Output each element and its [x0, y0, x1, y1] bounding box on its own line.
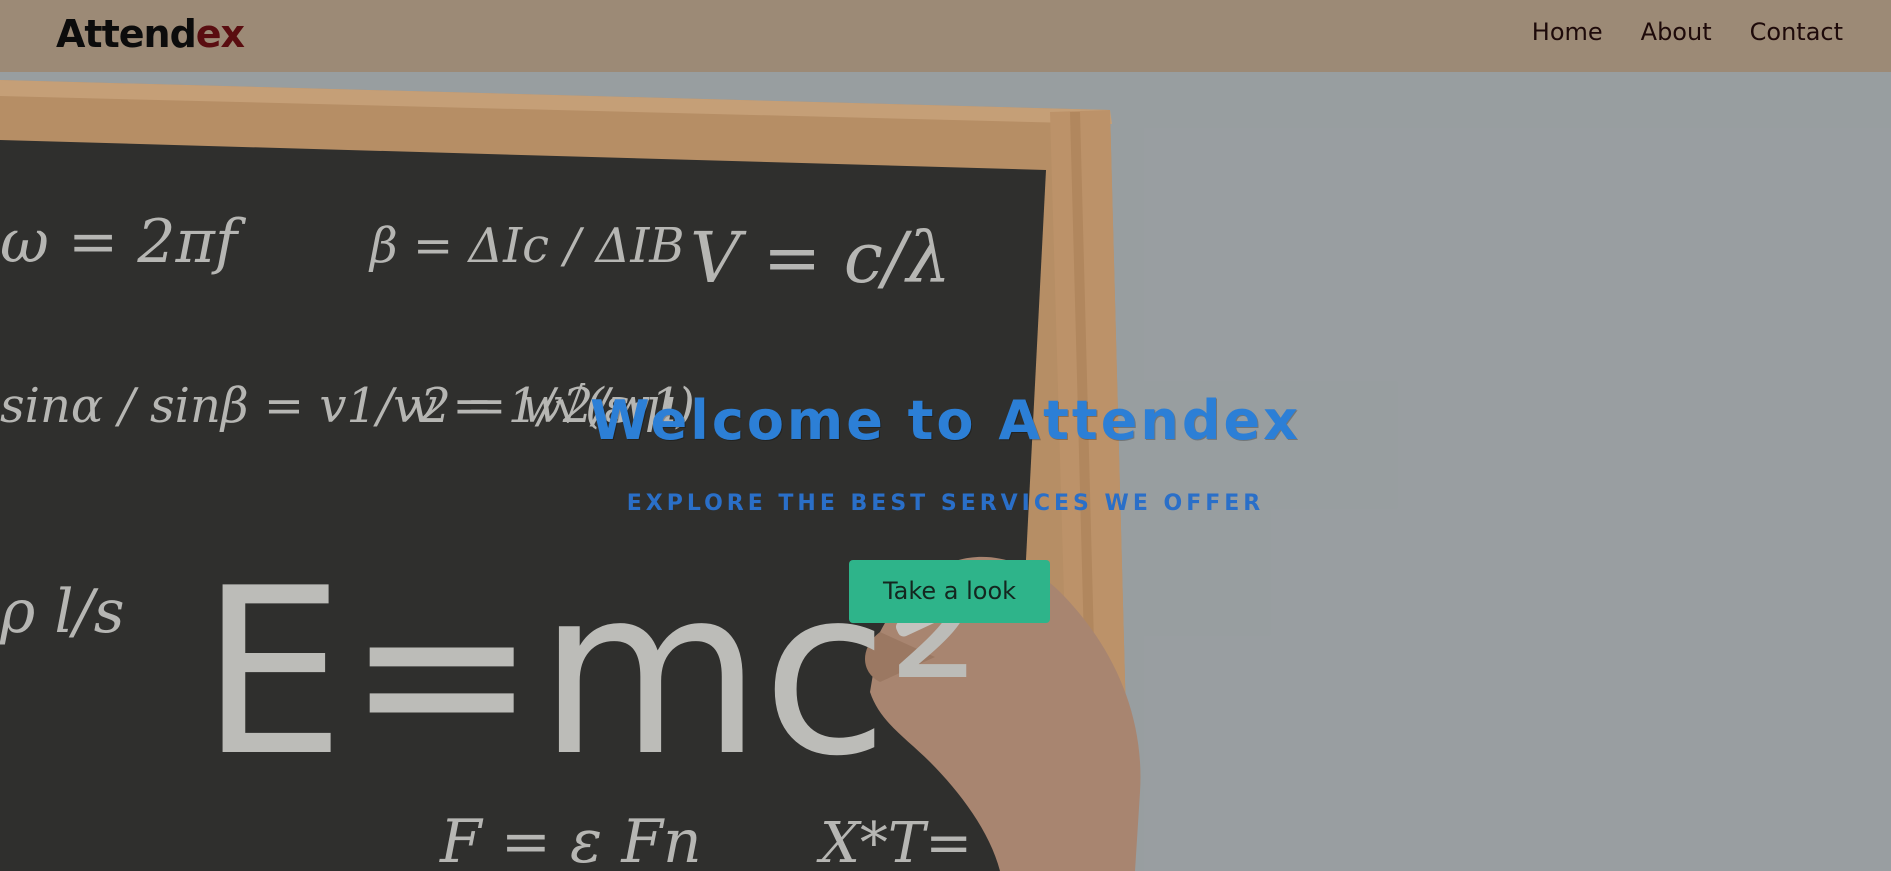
brand-logo-part2: ex — [195, 12, 245, 56]
nav-links: Home About Contact — [1532, 16, 1843, 48]
nav-link-contact[interactable]: Contact — [1750, 16, 1843, 48]
nav-link-about[interactable]: About — [1641, 16, 1712, 48]
hero-title: Welcome to Attendex — [590, 389, 1301, 452]
nav-link-home[interactable]: Home — [1532, 16, 1603, 48]
hero-subtitle: EXPLORE THE BEST SERVICES WE OFFER — [626, 491, 1265, 516]
brand-logo-part1: Attend — [56, 12, 197, 56]
hero-section: ω = 2πf β = ΔIc / ΔIB V = c/λ sinα / sin… — [0, 72, 1891, 871]
brand-logo[interactable]: Attendex — [56, 10, 245, 58]
hero-overlay — [0, 72, 1891, 871]
take-a-look-button[interactable]: Take a look — [849, 560, 1050, 623]
page: Attendex Home About Contact ω = 2πf β = … — [0, 0, 1891, 871]
navbar: Attendex Home About Contact — [0, 0, 1891, 72]
